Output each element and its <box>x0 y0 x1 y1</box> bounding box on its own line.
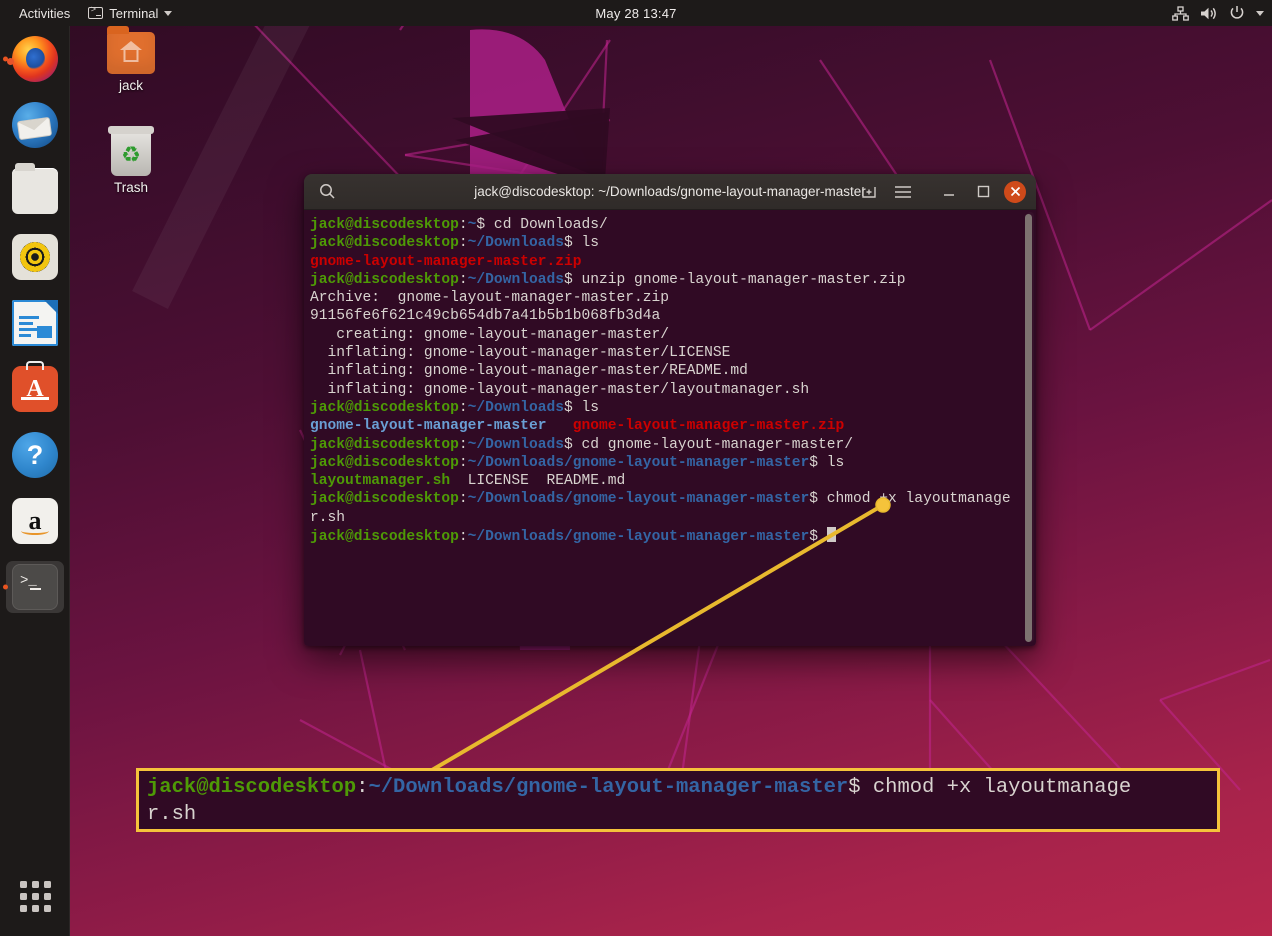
app-menu-label: Terminal <box>109 5 159 21</box>
close-button[interactable] <box>1004 180 1026 203</box>
desktop-icon-label: jack <box>118 78 143 93</box>
grid-icon <box>19 880 51 912</box>
show-applications-button[interactable] <box>0 866 70 926</box>
status-indicators[interactable] <box>1172 5 1264 21</box>
annotation-callout-box: jack@discodesktop:~/Downloads/gnome-layo… <box>136 768 1220 832</box>
maximize-button[interactable] <box>966 174 1000 210</box>
hamburger-menu-icon[interactable] <box>886 174 920 210</box>
dock-item-amazon[interactable]: a <box>0 488 70 554</box>
trash-icon: ♻ <box>108 126 154 176</box>
dock-item-files[interactable] <box>0 158 70 224</box>
home-folder-icon <box>107 26 155 74</box>
activities-button[interactable]: Activities <box>10 0 79 26</box>
terminal-window[interactable]: jack@discodesktop: ~/Downloads/gnome-lay… <box>304 174 1036 646</box>
thunderbird-icon <box>12 102 58 148</box>
libreoffice-writer-icon <box>12 300 58 346</box>
annotation-callout-text: jack@discodesktop:~/Downloads/gnome-layo… <box>147 776 1132 826</box>
terminal-scrollbar-track[interactable] <box>1025 212 1034 642</box>
terminal-scrollbar-thumb[interactable] <box>1025 214 1032 642</box>
desktop-icon-trash[interactable]: ♻ Trash <box>86 126 176 195</box>
help-icon: ? <box>12 432 58 478</box>
power-icon <box>1229 5 1245 21</box>
terminal-icon: >_ <box>12 564 58 610</box>
chevron-down-icon <box>164 10 173 16</box>
dock: A ? a >_ <box>0 26 70 936</box>
app-menu-button[interactable]: Terminal <box>79 0 181 26</box>
ubuntu-software-icon: A <box>12 361 58 412</box>
dock-item-libreoffice-writer[interactable] <box>0 290 70 356</box>
volume-icon <box>1200 6 1218 21</box>
terminal-titlebar[interactable]: jack@discodesktop: ~/Downloads/gnome-lay… <box>304 174 1036 210</box>
files-icon <box>12 163 58 214</box>
clock[interactable]: May 28 13:47 <box>595 6 676 21</box>
top-panel: Activities Terminal May 28 13:47 <box>0 0 1272 26</box>
terminal-body[interactable]: jack@discodesktop:~$ cd Downloads/ jack@… <box>304 210 1036 646</box>
search-icon[interactable] <box>310 174 344 210</box>
activities-label: Activities <box>19 5 71 21</box>
dock-item-rhythmbox[interactable] <box>0 224 70 290</box>
new-tab-icon[interactable] <box>852 174 886 210</box>
dock-item-terminal[interactable]: >_ <box>0 554 70 620</box>
firefox-icon <box>7 36 58 82</box>
desktop-icon-home[interactable]: jack <box>86 26 176 93</box>
dock-item-thunderbird[interactable] <box>0 92 70 158</box>
chevron-down-icon <box>1256 10 1264 16</box>
dock-item-ubuntu-software[interactable]: A <box>0 356 70 422</box>
network-icon <box>1172 5 1189 21</box>
running-indicator <box>3 584 8 590</box>
dock-item-help[interactable]: ? <box>0 422 70 488</box>
terminal-icon <box>88 5 104 19</box>
dock-item-firefox[interactable] <box>0 26 70 92</box>
rhythmbox-icon <box>12 234 58 280</box>
minimize-button[interactable] <box>932 174 966 210</box>
amazon-icon: a <box>12 498 58 544</box>
desktop-icon-label: Trash <box>113 180 148 195</box>
terminal-output: jack@discodesktop:~$ cd Downloads/ jack@… <box>310 217 1011 546</box>
